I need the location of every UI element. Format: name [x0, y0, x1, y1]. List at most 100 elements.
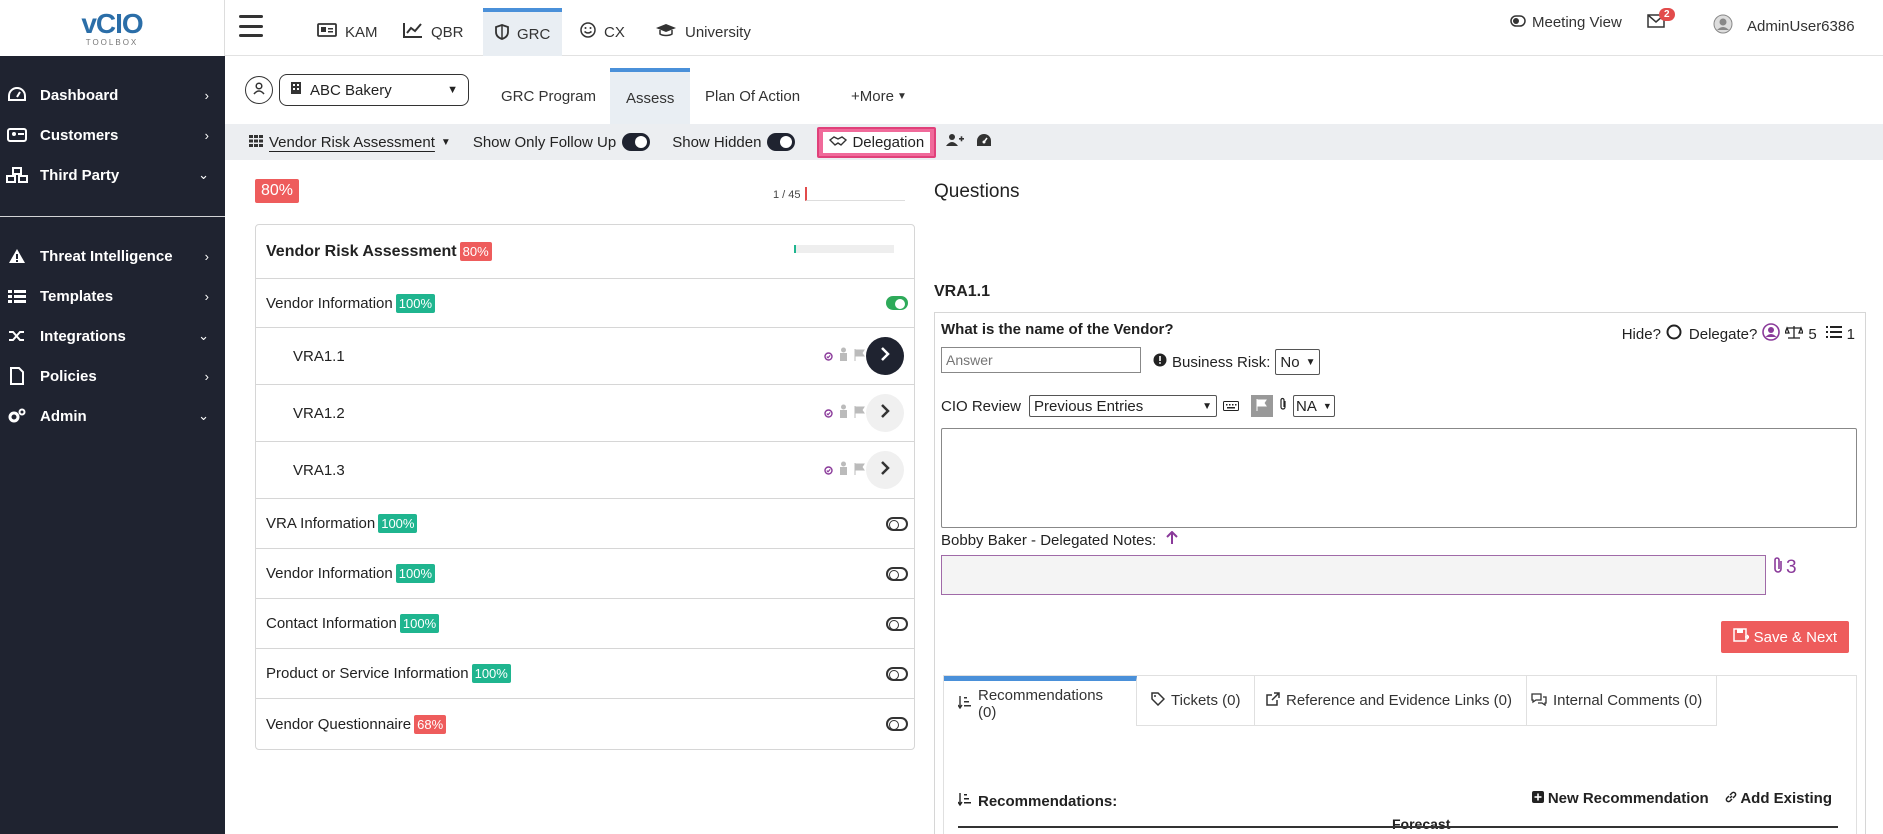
section-toggle[interactable]	[886, 666, 908, 681]
list-icon	[6, 287, 28, 305]
section-row[interactable]: VRA Information 100%	[256, 499, 914, 549]
open-question-button[interactable]	[866, 394, 904, 432]
progress-badge: 100%	[399, 614, 440, 633]
follow-up-label: Show Only Follow Up	[472, 133, 617, 151]
open-question-button[interactable]	[866, 451, 904, 489]
tab-kam[interactable]: KAM	[305, 8, 390, 56]
new-recommendation-button[interactable]: New Recommendation	[1531, 790, 1709, 807]
assessment-title: Vendor Risk Assessment	[266, 242, 457, 260]
question-row[interactable]: VRA1.3	[256, 442, 914, 499]
delegation-button[interactable]: Delegation	[817, 126, 937, 158]
hide-radio[interactable]	[1666, 324, 1682, 344]
sidebar-item-third-party[interactable]: Third Party ⌄	[0, 155, 225, 195]
tab-recommendations[interactable]: Recommendations (0)	[944, 676, 1137, 726]
sidebar-item-policies[interactable]: Policies ›	[0, 356, 225, 396]
warning-icon	[6, 247, 28, 265]
dashboard-gauge-button[interactable]	[976, 133, 992, 151]
question-row[interactable]: VRA1.2	[256, 385, 914, 442]
attachments-button[interactable]: 3	[1773, 556, 1797, 580]
sidebar-item-integrations[interactable]: Integrations ⌄	[0, 316, 225, 356]
sidebar-item-templates[interactable]: Templates ›	[0, 276, 225, 316]
paperclip-icon[interactable]	[1279, 397, 1287, 415]
tab-cx[interactable]: CX	[568, 8, 637, 56]
tab-qbr[interactable]: QBR	[391, 8, 476, 56]
more-menu[interactable]: +More ▼	[835, 68, 923, 124]
add-user-button[interactable]	[946, 133, 965, 151]
assessment-header-row[interactable]: Vendor Risk Assessment 80%	[256, 225, 914, 279]
grid-icon	[249, 134, 263, 151]
section-row[interactable]: Contact Information 100%	[256, 599, 914, 649]
tab-reference-links[interactable]: Reference and Evidence Links (0)	[1252, 676, 1527, 726]
tab-internal-comments[interactable]: Internal Comments (0)	[1517, 676, 1718, 726]
question-row[interactable]: VRA1.1	[256, 328, 914, 385]
sidebar-item-dashboard[interactable]: Dashboard ›	[0, 75, 225, 115]
sidebar-label: Integrations	[40, 327, 126, 345]
previous-entries-select[interactable]: Previous Entries ▼	[1029, 395, 1218, 417]
section-toggle[interactable]	[886, 566, 908, 581]
mail-button[interactable]: 2	[1647, 8, 1675, 32]
sidebar-item-threat-intelligence[interactable]: Threat Intelligence ›	[0, 236, 225, 276]
sort-amount-icon	[957, 792, 972, 810]
follow-up-toggle[interactable]: Show Only Follow Up	[472, 133, 651, 151]
comments-icon	[1531, 692, 1547, 710]
save-and-next-button[interactable]: Save & Next	[1720, 621, 1849, 653]
tab-plan-of-action[interactable]: Plan Of Action	[689, 68, 816, 124]
id-card-icon	[317, 23, 337, 41]
chevron-right-icon: ›	[204, 127, 209, 143]
add-existing-button[interactable]: Add Existing	[1725, 790, 1832, 807]
tab-label: GRC Program	[501, 87, 597, 105]
tag-icon	[1151, 691, 1166, 710]
column-header-forecast: Forecast	[1392, 816, 1451, 832]
assessment-dropdown[interactable]: Vendor Risk Assessment ▼	[249, 134, 451, 151]
tab-university[interactable]: University	[643, 8, 763, 56]
line-chart-icon	[403, 22, 423, 42]
cio-review-textarea[interactable]	[941, 428, 1857, 528]
answer-input[interactable]	[941, 347, 1141, 373]
tab-assess[interactable]: Assess	[610, 68, 691, 124]
boxes-icon	[6, 166, 28, 184]
section-row[interactable]: Vendor Information 100%	[256, 279, 914, 328]
caret-down-icon: ▼	[1202, 400, 1213, 412]
section-title: VRA Information	[266, 515, 376, 532]
toggle-switch-icon	[767, 133, 796, 151]
section-toggle[interactable]	[886, 296, 908, 310]
delegate-user-icon[interactable]	[1762, 323, 1781, 345]
flag-button[interactable]	[1251, 395, 1274, 417]
section-row[interactable]: Product or Service Information 100%	[256, 649, 914, 699]
customer-profile-button[interactable]	[245, 76, 273, 104]
section-title: Vendor Questionnaire	[266, 715, 412, 733]
section-toggle[interactable]	[886, 616, 908, 631]
section-toggle[interactable]	[886, 717, 908, 731]
cio-review-row: CIO Review Previous Entries ▼ NA ▼	[941, 395, 1335, 417]
recommendations-panel: Recommendations (0) Tickets (0) Referenc…	[943, 675, 1857, 834]
na-select[interactable]: NA ▼	[1293, 395, 1335, 417]
arrow-up-icon[interactable]	[1166, 530, 1178, 549]
show-hidden-toggle[interactable]: Show Hidden	[672, 133, 796, 151]
tab-grc[interactable]: GRC	[483, 8, 563, 56]
customer-select[interactable]: ABC Bakery ▼	[279, 74, 469, 106]
sidebar-item-customers[interactable]: Customers ›	[0, 115, 225, 155]
attachment-count: 3	[1786, 557, 1797, 578]
flag-icon	[854, 462, 866, 479]
tab-grc-program[interactable]: GRC Program	[485, 68, 612, 124]
graduation-cap-icon	[655, 23, 677, 41]
caret-down-icon: ▼	[896, 90, 907, 102]
business-risk-select[interactable]: No ▼	[1275, 349, 1321, 375]
section-title: Vendor Information	[266, 565, 393, 582]
tab-tickets[interactable]: Tickets (0)	[1137, 676, 1256, 726]
keyboard-icon[interactable]	[1223, 398, 1240, 415]
tab-label: Assess	[626, 89, 675, 107]
sidebar-item-admin[interactable]: Admin ⌄	[0, 396, 225, 436]
section-row[interactable]: Vendor Questionnaire 68%	[256, 699, 914, 749]
delegated-notes-textarea[interactable]	[941, 555, 1766, 595]
section-row[interactable]: Vendor Information 100%	[256, 549, 914, 599]
user-menu[interactable]: AdminUser6386	[1713, 14, 1855, 38]
logo-area[interactable]: vCIO TOOLBOX	[0, 0, 225, 56]
open-question-button[interactable]	[866, 337, 904, 375]
meeting-view-toggle[interactable]: Meeting View	[1510, 14, 1622, 31]
chevron-right-icon: ›	[204, 368, 209, 384]
section-toggle[interactable]	[886, 516, 908, 531]
avatar	[1713, 14, 1733, 38]
show-hidden-label: Show Hidden	[672, 133, 762, 151]
hamburger-menu-icon[interactable]	[239, 15, 263, 37]
